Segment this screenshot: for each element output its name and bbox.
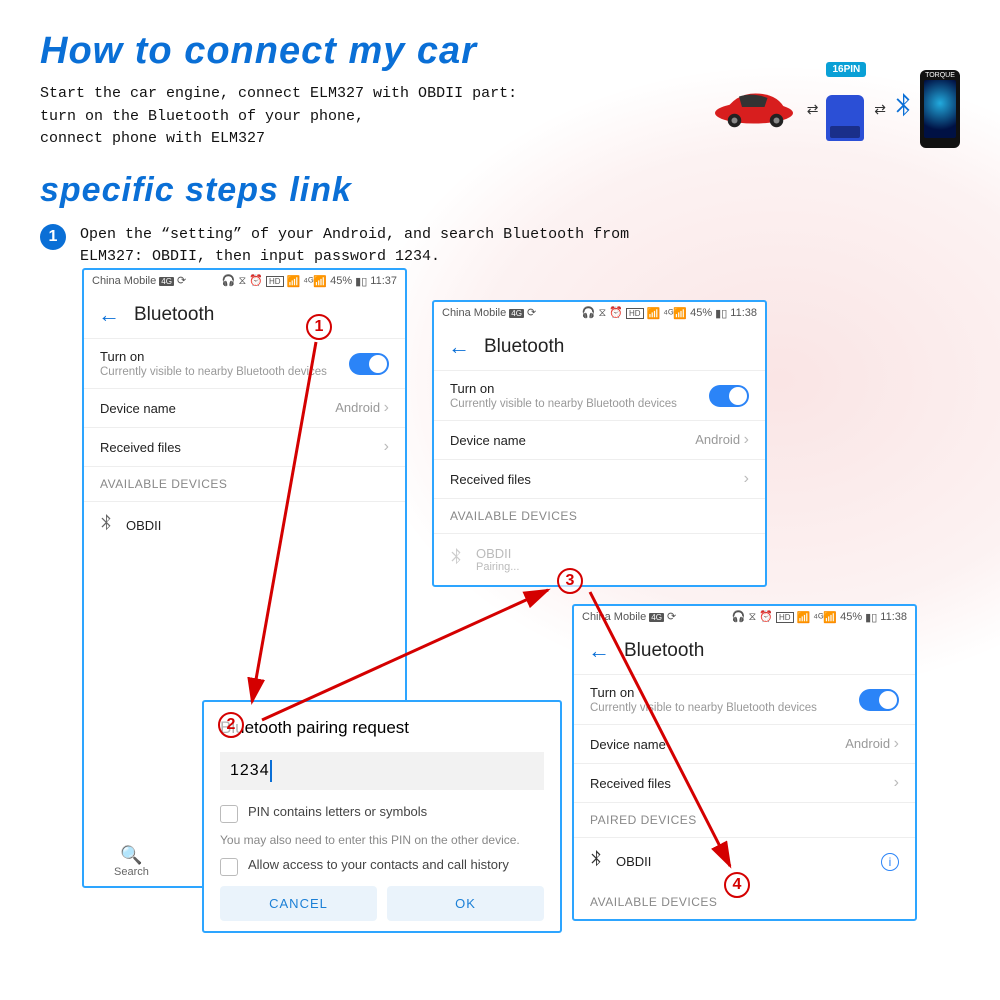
arrow-1-to-2 — [0, 0, 1000, 1000]
